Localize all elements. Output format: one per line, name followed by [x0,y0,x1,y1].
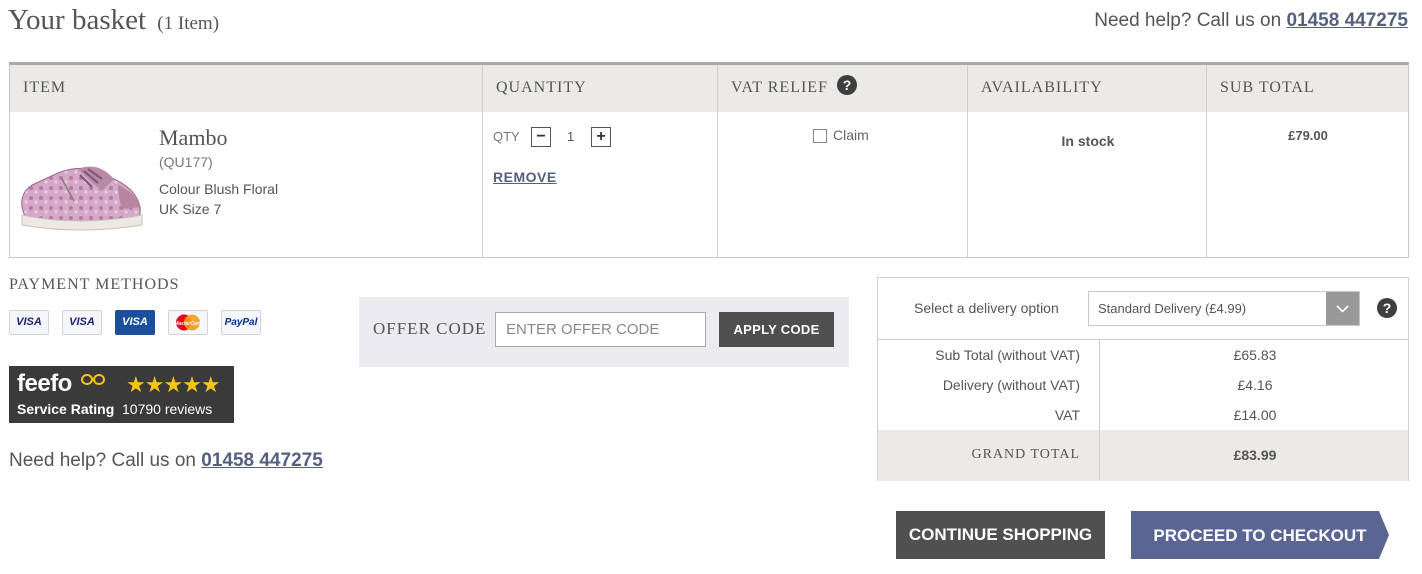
review-count: 10790 reviews [122,401,213,417]
paypal-icon: PayPal [221,310,261,335]
product-size: UK Size 7 [159,201,222,217]
delivery-cost-value: £4.16 [1237,377,1273,393]
item-count: (1 Item) [157,13,220,34]
product-code: (QU177) [159,154,213,170]
delivery-cost-label: Delivery (without VAT) [942,377,1080,393]
grand-total-label: GRAND TOTAL [971,447,1080,462]
payment-methods-title: PAYMENT METHODS [9,276,180,293]
grand-total-value: £83.99 [1233,447,1277,463]
chevron-down-icon [1336,305,1349,313]
service-rating-label: Service Rating [17,401,115,417]
vat-value: £14.00 [1233,407,1277,423]
order-summary: Select a delivery option Standard Delive… [877,277,1409,481]
item-subtotal: £79.00 [1288,128,1328,143]
proceed-to-checkout-button[interactable]: PROCEED TO CHECKOUT [1131,511,1389,559]
page-title: Your basket (1 Item) [8,4,219,37]
visa-card-icon: VISA [9,310,49,335]
mastercard-icon: MasterCard [168,310,208,335]
delivery-selected-value: Standard Delivery (£4.99) [1098,301,1247,316]
basket-table: ITEM QUANTITY VAT RELIEF ? AVAILABILITY … [9,62,1409,258]
star-rating-icon: ★★★★★ [126,372,221,397]
phone-link[interactable]: 01458 447275 [1286,10,1408,31]
feefo-rating-badge[interactable]: feefo ★★★★★ Service Rating 10790 reviews [9,366,234,423]
apply-code-button[interactable]: APPLY CODE [719,312,834,347]
decrement-button[interactable]: − [531,127,551,147]
help-contact-top: Need help? Call us on 01458 447275 [1094,10,1408,32]
summary-divider [878,339,1408,340]
help-circle-icon[interactable]: ? [836,75,857,95]
quantity-label: QTY [493,129,520,144]
delivery-help-icon[interactable]: ? [1377,298,1397,318]
vat-label: VAT [1054,407,1080,423]
feefo-logo: feefo [17,370,72,397]
product-image[interactable] [18,135,144,235]
basket-title: Your basket [8,4,147,36]
delivery-option-label: Select a delivery option [914,300,1059,316]
visa-debit-card-icon: VISA [62,310,102,335]
remove-link[interactable]: REMOVE [493,169,557,185]
dropdown-toggle[interactable] [1326,292,1359,325]
column-header-quantity: QUANTITY [496,79,587,96]
quantity-value[interactable]: 1 [567,129,574,144]
help-text: Need help? Call us on [9,450,196,471]
claim-checkbox[interactable] [813,129,827,143]
claim-label[interactable]: Claim [833,127,869,143]
vat-relief-label: VAT RELIEF [731,79,828,96]
phone-link[interactable]: 01458 447275 [201,450,323,471]
offer-code-panel: OFFER CODE APPLY CODE [359,297,849,367]
feefo-eyes-icon [81,374,105,385]
offer-code-label: OFFER CODE [373,319,487,338]
product-name[interactable]: Mambo [159,125,227,151]
mastercard-text: MasterCard [174,321,202,327]
visa-electron-card-icon: VISA [115,310,155,335]
subtotal-label: Sub Total (without VAT) [935,347,1080,363]
mastercard-logo-icon: MasterCard [174,314,203,331]
delivery-option-select[interactable]: Standard Delivery (£4.99) [1088,291,1360,326]
continue-shopping-button[interactable]: CONTINUE SHOPPING [896,511,1105,559]
help-text: Need help? Call us on [1094,10,1282,31]
subtotal-value: £65.83 [1233,347,1277,363]
column-header-availability: AVAILABILITY [981,79,1103,96]
availability-status: In stock [1061,133,1115,149]
column-header-item: ITEM [23,79,67,96]
increment-button[interactable]: + [591,127,611,147]
help-contact-bottom: Need help? Call us on 01458 447275 [9,450,323,472]
offer-code-input[interactable] [495,312,706,347]
checkout-label: PROCEED TO CHECKOUT [1153,526,1367,545]
product-colour: Colour Blush Floral [159,181,279,197]
table-header [10,65,1408,112]
column-header-vat-relief: VAT RELIEF ? [718,65,857,112]
column-header-subtotal: SUB TOTAL [1220,79,1315,96]
